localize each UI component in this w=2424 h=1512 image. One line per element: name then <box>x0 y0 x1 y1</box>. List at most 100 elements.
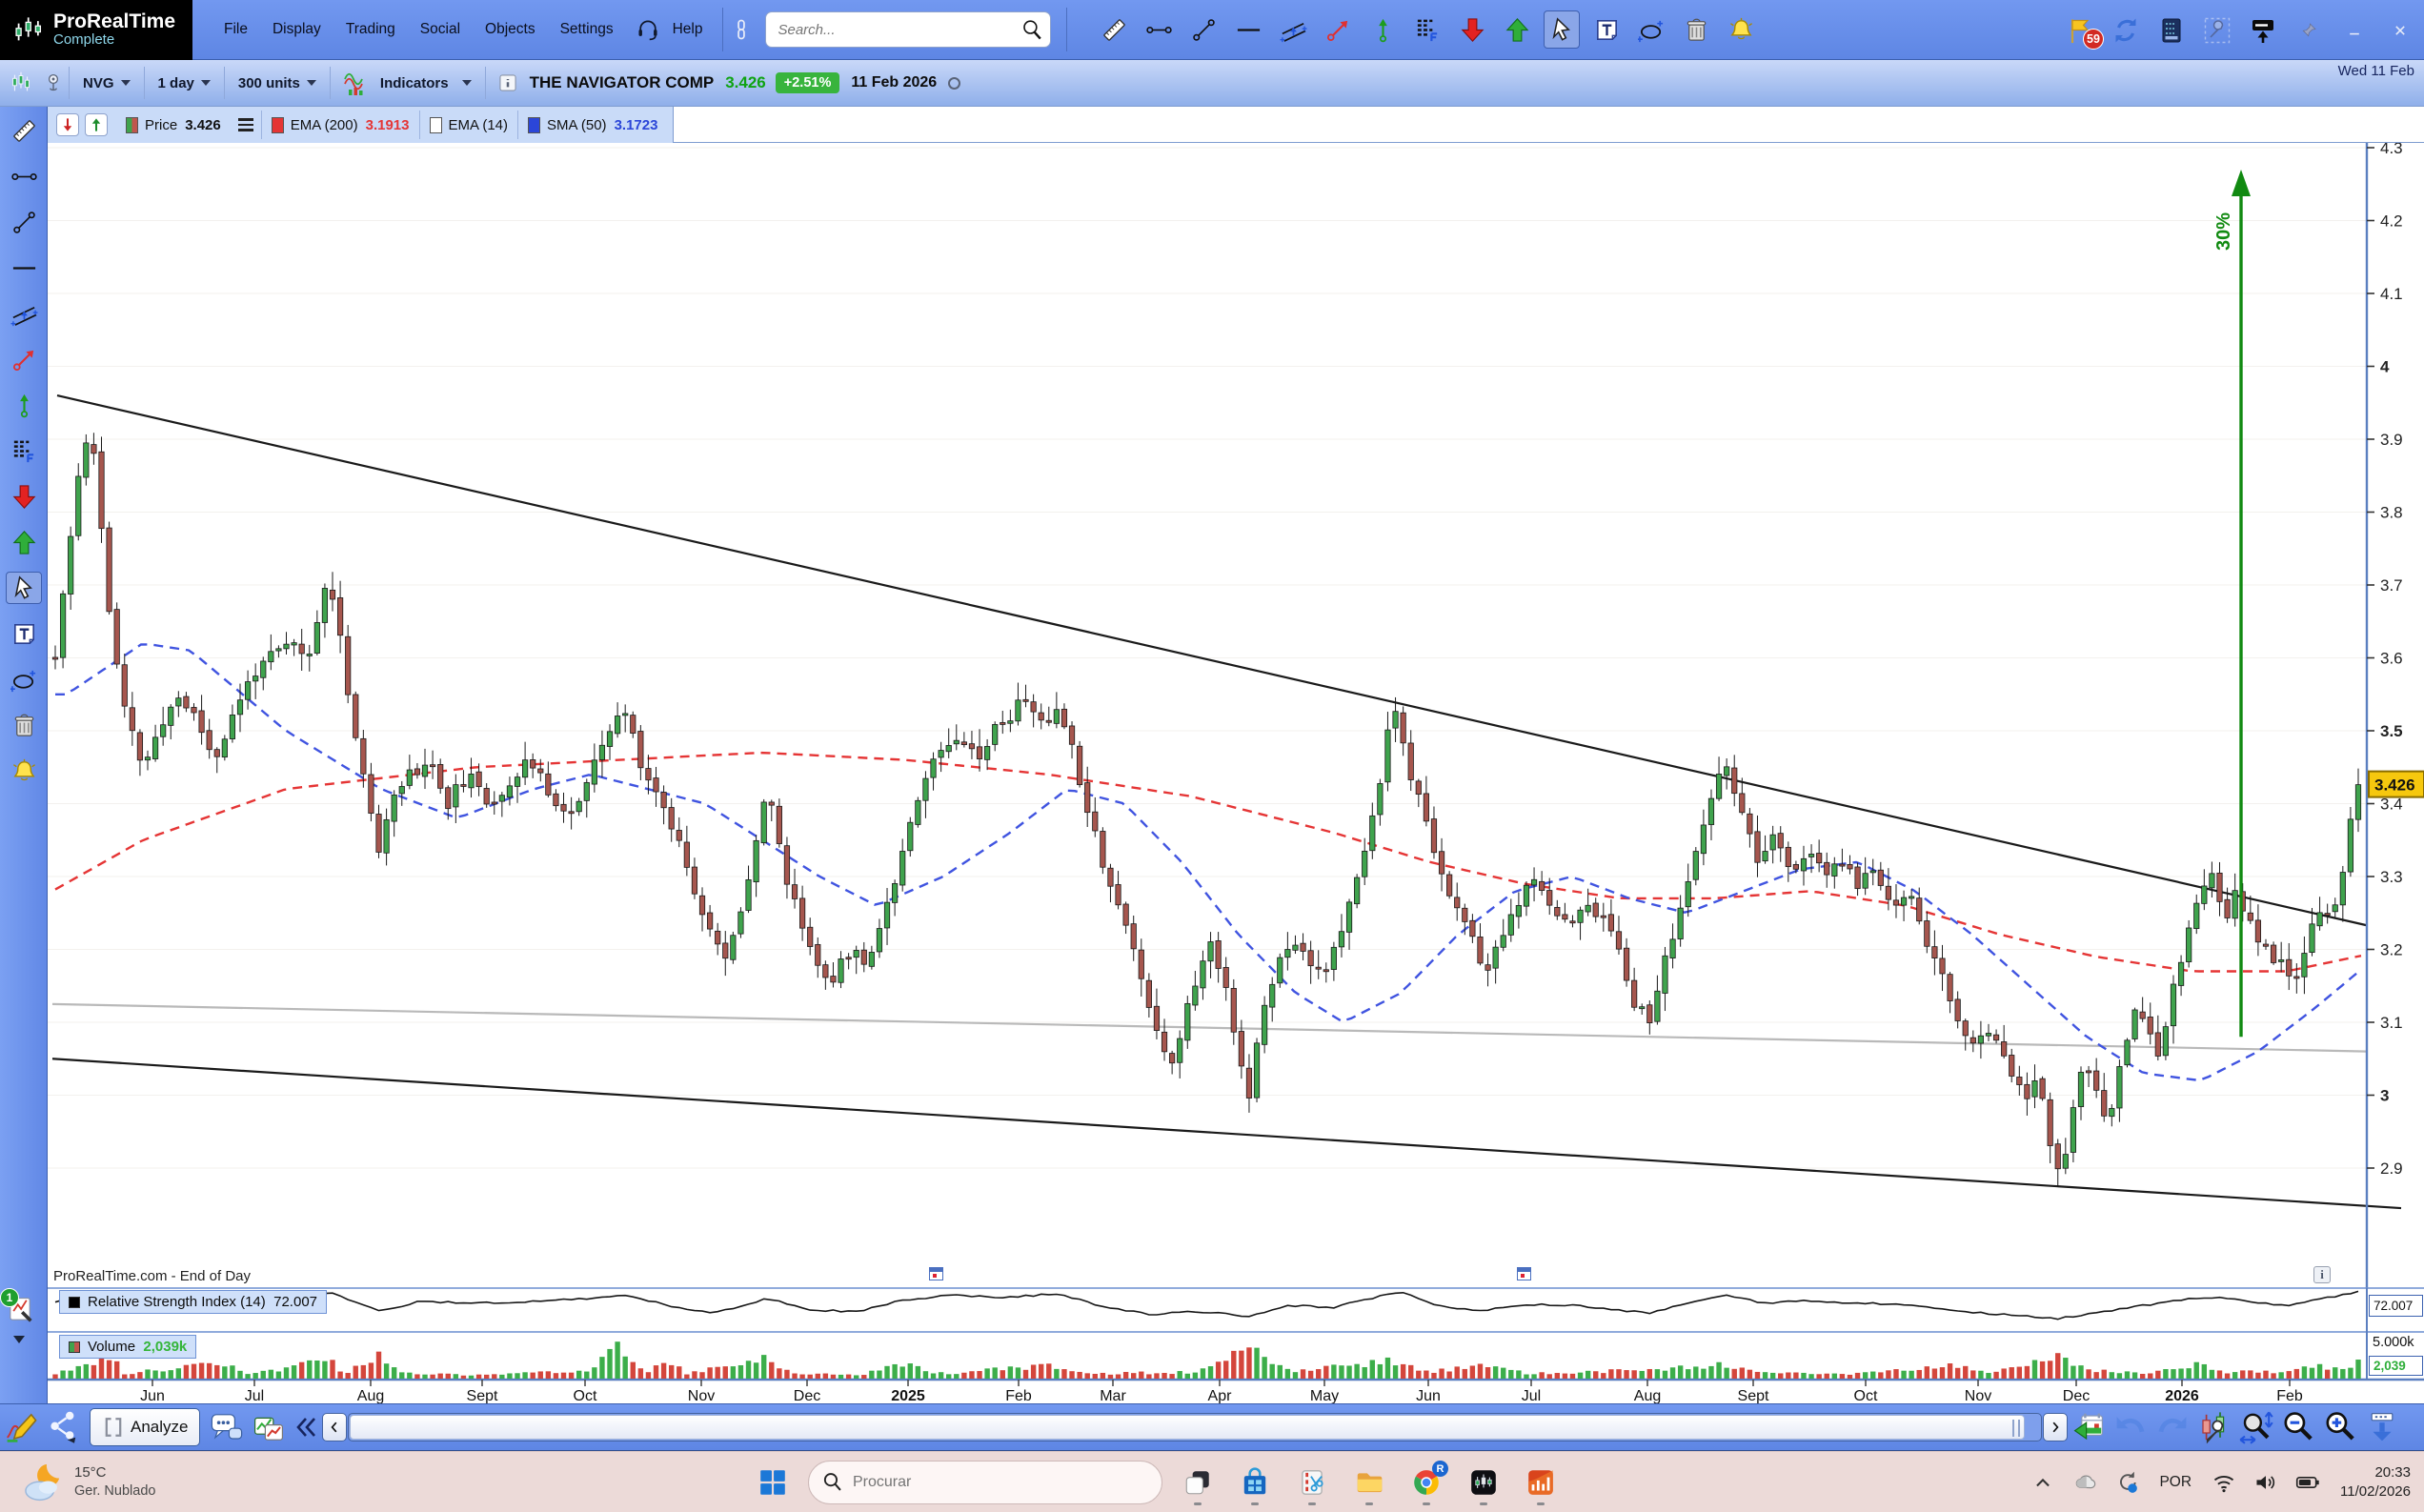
pin-button[interactable] <box>2293 13 2325 48</box>
menu-help[interactable]: Help <box>660 11 716 48</box>
taskbar-weather-widget[interactable]: 15°C Ger. Nublado <box>23 1462 155 1503</box>
calendar-event-icon[interactable] <box>1517 1267 1531 1280</box>
trend-arrow-tool-button[interactable] <box>1320 10 1356 49</box>
sidebar-arrow-down-tool-button[interactable] <box>6 480 42 513</box>
sidebar-caret-icon[interactable] <box>13 1336 25 1343</box>
ruler-tool-button[interactable] <box>1096 10 1132 49</box>
zoom-out-button[interactable] <box>2277 1406 2319 1448</box>
sidebar-ellipse-tool-button[interactable] <box>6 663 42 696</box>
volume-panel-label[interactable]: Volume 2,039k <box>59 1335 196 1359</box>
taskbar-search-input[interactable] <box>808 1461 1162 1504</box>
minimize-button[interactable] <box>2338 13 2371 48</box>
scroll-left-button[interactable] <box>322 1413 347 1441</box>
undo-button[interactable] <box>2110 1406 2151 1448</box>
segment-diagonal-tool-button[interactable] <box>1185 10 1222 49</box>
anchor-pin-icon[interactable] <box>42 69 65 97</box>
list-icon[interactable] <box>238 115 253 134</box>
taskbar-app-prt-orange[interactable] <box>1519 1459 1563 1506</box>
go-to-date-button[interactable] <box>2068 1406 2110 1448</box>
zoom-in-button[interactable] <box>2319 1406 2361 1448</box>
menu-file[interactable]: File <box>212 11 260 48</box>
wifi-icon[interactable] <box>2211 1469 2237 1496</box>
close-button[interactable] <box>2384 13 2416 48</box>
search-icon[interactable] <box>1020 18 1043 41</box>
chain-link-icon[interactable] <box>731 13 752 46</box>
menu-social[interactable]: Social <box>408 11 473 48</box>
refresh-button[interactable] <box>2110 13 2142 48</box>
wrench-faded-button[interactable] <box>2201 13 2233 48</box>
language-indicator[interactable]: POR <box>2155 1474 2195 1491</box>
vertical-measure-tool-button[interactable] <box>1364 10 1401 49</box>
scrollbar-thumb[interactable] <box>350 1415 2025 1440</box>
buy-marker-button[interactable] <box>85 113 108 136</box>
legend-sma50[interactable]: SMA (50)3.1723 <box>517 111 667 139</box>
analyze-button[interactable]: Analyze <box>90 1408 200 1446</box>
menu-settings[interactable]: Settings <box>548 11 626 48</box>
legend-ema14[interactable]: EMA (14) <box>419 111 518 139</box>
legend-price[interactable]: Price3.426 <box>116 111 231 139</box>
legend-ema200[interactable]: EMA (200)3.1913 <box>261 111 419 139</box>
taskbar-app-snip[interactable] <box>1290 1459 1334 1506</box>
sidebar-trash-tool-button[interactable] <box>6 709 42 741</box>
taskbar-clock[interactable]: 20:33 11/02/2026 <box>2340 1463 2411 1502</box>
sidebar-fibonacci-tool-button[interactable] <box>6 434 42 467</box>
chart-canvas[interactable]: 30%4.34.24.143.93.83.73.63.53.43.33.23.1… <box>0 143 2424 1403</box>
menu-trading[interactable]: Trading <box>333 11 408 48</box>
server-button[interactable] <box>2155 13 2188 48</box>
redo-button[interactable] <box>2151 1406 2193 1448</box>
info-icon[interactable] <box>497 72 518 93</box>
units-dropdown[interactable]: 300 units <box>229 75 326 91</box>
sidebar-segment-diagonal-tool-button[interactable] <box>6 206 42 238</box>
timeframe-dropdown[interactable]: 1 day <box>149 75 220 91</box>
sync-status-icon[interactable] <box>2113 1469 2140 1496</box>
sidebar-vertical-measure-tool-button[interactable] <box>6 389 42 421</box>
horizontal-line-tool-button[interactable] <box>1230 10 1266 49</box>
sidebar-ruler-tool-button[interactable] <box>6 114 42 147</box>
arrow-up-tool-button[interactable] <box>1499 10 1535 49</box>
taskbar-app-prt-dark[interactable] <box>1462 1459 1505 1506</box>
taskbar-app-task-view[interactable] <box>1176 1459 1220 1506</box>
sidebar-horizontal-line-tool-button[interactable] <box>6 252 42 284</box>
calendar-event-icon[interactable] <box>929 1267 943 1280</box>
rsi-panel-label[interactable]: Relative Strength Index (14) 72.007 <box>59 1290 327 1314</box>
bell-tool-button[interactable] <box>1723 10 1759 49</box>
sidebar-segment-tool-button[interactable] <box>6 160 42 192</box>
scrollbar-track[interactable] <box>348 1413 2042 1441</box>
menu-objects[interactable]: Objects <box>473 11 548 48</box>
tray-chevron-up-icon[interactable] <box>2030 1469 2056 1496</box>
battery-icon[interactable] <box>2294 1469 2321 1496</box>
chart-settings-button[interactable] <box>2193 1406 2235 1448</box>
start-button[interactable] <box>751 1459 795 1506</box>
text-tool-tool-button[interactable] <box>1588 10 1625 49</box>
sidebar-cursor-tool-button[interactable] <box>6 572 42 604</box>
segment-tool-button[interactable] <box>1141 10 1177 49</box>
screenshot-button[interactable] <box>2247 13 2279 48</box>
fibonacci-tool-button[interactable] <box>1409 10 1445 49</box>
sidebar-trend-arrow-tool-button[interactable] <box>6 343 42 375</box>
cursor-tool-button[interactable] <box>1544 10 1580 49</box>
share-button[interactable] <box>42 1406 84 1448</box>
collapse-panel-button[interactable] <box>2361 1406 2403 1448</box>
indicator-settings-button[interactable]: 1 <box>4 1294 42 1336</box>
scroll-right-button[interactable] <box>2043 1413 2068 1441</box>
taskbar-app-folder[interactable] <box>1347 1459 1391 1506</box>
sidebar-bell-tool-button[interactable] <box>6 755 42 787</box>
zoom-both-axes-button[interactable] <box>2235 1406 2277 1448</box>
duplicate-chart-button[interactable] <box>248 1406 290 1448</box>
notes-pencil-button[interactable] <box>0 1406 42 1448</box>
arrow-down-tool-button[interactable] <box>1454 10 1490 49</box>
chat-button[interactable] <box>206 1406 248 1448</box>
menu-display[interactable]: Display <box>260 11 333 48</box>
search-input[interactable] <box>765 11 1051 48</box>
taskbar-app-chrome[interactable]: R <box>1404 1459 1448 1506</box>
sidebar-channel-tool-button[interactable] <box>6 297 42 330</box>
sidebar-text-tool-tool-button[interactable] <box>6 617 42 650</box>
ellipse-tool-button[interactable] <box>1633 10 1669 49</box>
symbol-dropdown[interactable]: NVG <box>73 75 140 91</box>
trash-tool-button[interactable] <box>1678 10 1714 49</box>
scroll-far-left-button[interactable] <box>290 1406 318 1448</box>
sell-marker-button[interactable] <box>56 113 79 136</box>
flag-button[interactable]: 59 <box>2064 13 2096 48</box>
onedrive-icon[interactable] <box>2071 1469 2098 1496</box>
channel-tool-button[interactable] <box>1275 10 1311 49</box>
